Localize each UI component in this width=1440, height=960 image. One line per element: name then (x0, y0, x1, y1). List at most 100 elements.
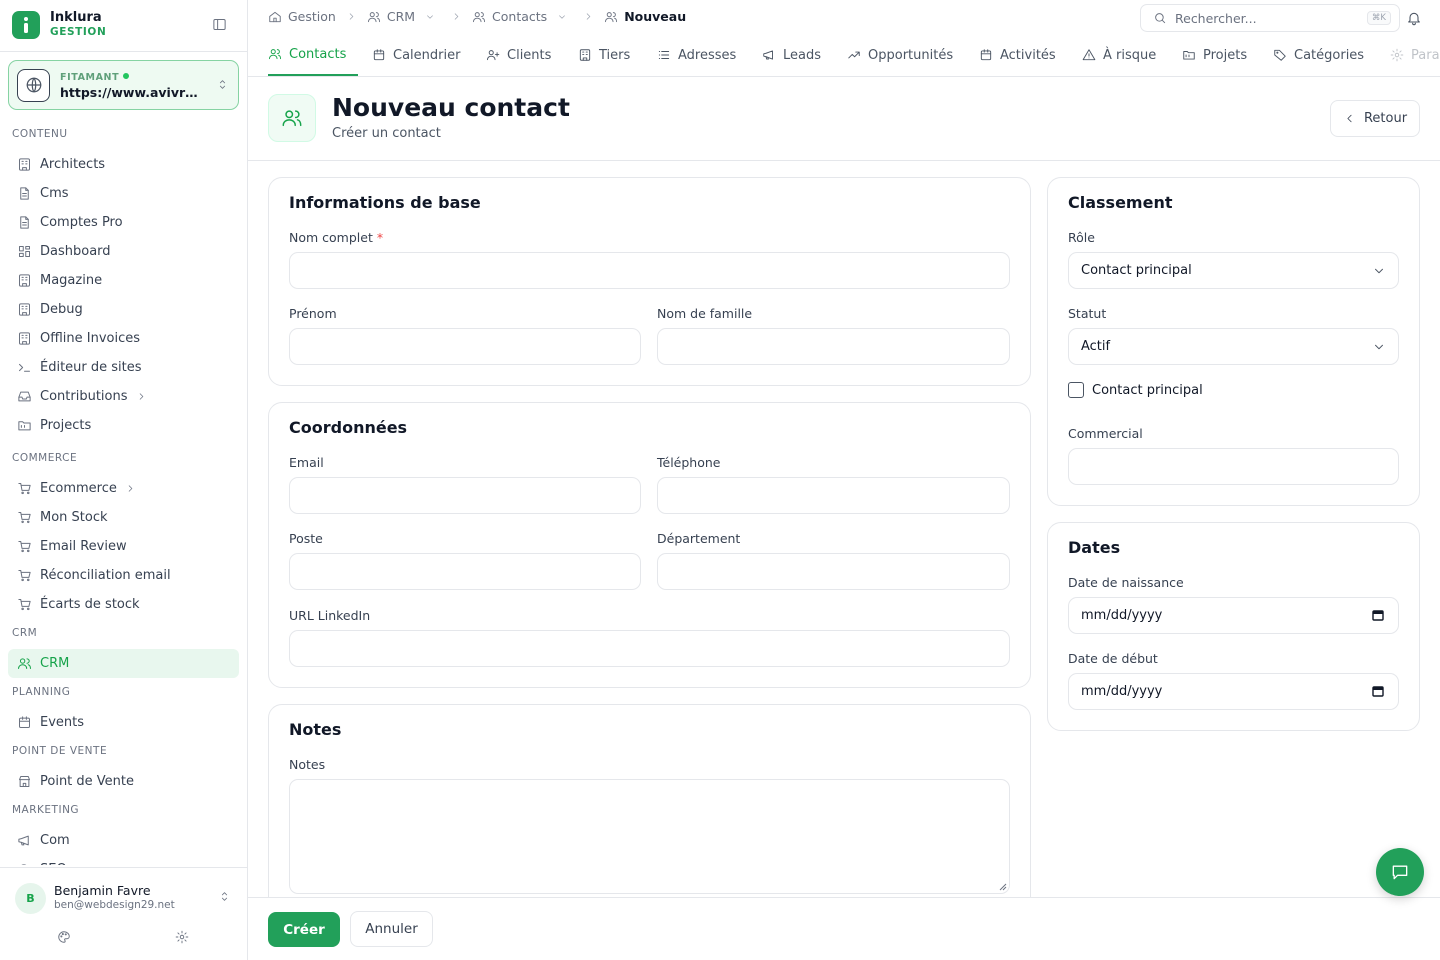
email-input[interactable] (289, 477, 641, 514)
sidebar-item-label: Ecommerce (40, 481, 117, 496)
tab-opportunites[interactable]: Opportunités (847, 34, 953, 76)
grid-icon (17, 244, 32, 259)
sidebar-item-reconciliation-email[interactable]: Réconciliation email (8, 561, 239, 590)
page-subtitle: Créer un contact (332, 126, 441, 141)
breadcrumb-item-contacts[interactable]: Contacts (472, 9, 573, 24)
checkbox[interactable] (1068, 382, 1084, 398)
start-date-input[interactable]: mm/dd/yyyy (1068, 673, 1399, 710)
tab-clients[interactable]: Clients (486, 34, 551, 76)
status-label: Statut (1068, 306, 1107, 321)
sidebar-item-com[interactable]: Com (8, 826, 239, 855)
palette-icon[interactable] (57, 930, 71, 944)
birth-date-input[interactable]: mm/dd/yyyy (1068, 597, 1399, 634)
brand-name: Inklura (50, 10, 102, 25)
sidebar-item-email-review[interactable]: Email Review (8, 532, 239, 561)
position-input[interactable] (289, 553, 641, 590)
nav-section-title: CRM (12, 627, 38, 639)
sidebar-item-dashboard[interactable]: Dashboard (8, 237, 239, 266)
commercial-input[interactable] (1068, 448, 1399, 485)
breadcrumb-item-gestion[interactable]: Gestion (268, 9, 336, 24)
sidebar-nav: CONTENU Architects Cms Comptes Pro Dashboard… (0, 120, 247, 865)
tab-a-risque[interactable]: À risque (1082, 34, 1156, 76)
users-icon (604, 10, 618, 24)
chevrons-updown-icon[interactable] (218, 890, 231, 903)
sidebar-item-comptes-pro[interactable]: Comptes Pro (8, 208, 239, 237)
search-input[interactable] (1175, 10, 1355, 26)
divider (0, 51, 247, 52)
email-label: Email (289, 455, 324, 470)
users-icon (17, 656, 32, 671)
sidebar-item-ecommerce[interactable]: Ecommerce (8, 474, 239, 503)
sidebar-item-seo[interactable]: SEO (8, 855, 239, 865)
notes-textarea[interactable] (289, 779, 1010, 894)
tab-label: Projets (1203, 47, 1248, 63)
sidebar-item-cms[interactable]: Cms (8, 179, 239, 208)
first-name-input[interactable] (289, 328, 641, 365)
sidebar-item-offline-invoices[interactable]: Offline Invoices (8, 324, 239, 353)
gear-icon[interactable] (175, 930, 189, 944)
tab-categories[interactable]: Catégories (1273, 34, 1364, 76)
chevron-down-icon[interactable] (557, 12, 573, 22)
basic-info-card: Informations de base Nom complet * Préno… (268, 177, 1031, 386)
users-icon (367, 10, 381, 24)
chevron-right-icon (125, 483, 136, 494)
site-label: FITAMANT (60, 72, 120, 83)
calendar-icon[interactable] (1372, 609, 1384, 621)
breadcrumb-label: Contacts (492, 9, 548, 24)
tab-projets[interactable]: Projets (1182, 34, 1247, 76)
sidebar-item-label: Dashboard (40, 244, 111, 259)
sidebar-item-point-de-vente[interactable]: Point de Vente (8, 767, 239, 796)
cancel-button[interactable]: Annuler (350, 911, 433, 947)
tab-tiers[interactable]: Tiers (578, 34, 630, 76)
phone-input[interactable] (657, 477, 1010, 514)
sidebar-item-projects[interactable]: Projects (8, 411, 239, 440)
user-menu[interactable]: B Benjamin Favre ben@webdesign29.net (0, 867, 247, 960)
brand[interactable]: Inklura GESTION (12, 10, 106, 40)
card-title: Dates (1068, 538, 1121, 557)
tab-label: Paramètres (1411, 47, 1440, 63)
sidebar-item-mon-stock[interactable]: Mon Stock (8, 503, 239, 532)
status-select[interactable]: Actif (1068, 328, 1399, 365)
first-name-label: Prénom (289, 306, 337, 321)
megaphone-icon (17, 833, 32, 848)
breadcrumb-item-crm[interactable]: CRM (367, 9, 441, 24)
chat-icon[interactable] (1376, 848, 1424, 896)
tab-adresses[interactable]: Adresses (657, 34, 736, 76)
users-icon (472, 10, 486, 24)
role-select[interactable]: Contact principal (1068, 252, 1399, 289)
bell-icon[interactable] (1406, 10, 1422, 26)
tab-leads[interactable]: Leads (762, 34, 821, 76)
tab-parametres[interactable]: Paramètres (1390, 34, 1440, 76)
sidebar-item-ecarts-de-stock[interactable]: Écarts de stock (8, 590, 239, 619)
back-button[interactable]: Retour (1330, 100, 1420, 137)
create-button[interactable]: Créer (268, 912, 340, 947)
linkedin-input[interactable] (289, 630, 1010, 667)
search-box[interactable]: ⌘K (1140, 4, 1400, 32)
shortcut-badge: ⌘K (1366, 11, 1391, 25)
sidebar-item-editeur-de-sites[interactable]: Éditeur de sites (8, 353, 239, 382)
chevron-down-icon[interactable] (425, 12, 441, 22)
building-icon (17, 157, 32, 172)
sidebar-item-magazine[interactable]: Magazine (8, 266, 239, 295)
sidebar-item-architects[interactable]: Architects (8, 150, 239, 179)
resize-grip-icon[interactable] (998, 882, 1007, 891)
sidebar-item-events[interactable]: Events (8, 708, 239, 737)
tab-label: Calendrier (393, 47, 461, 63)
sidebar-toggle-icon[interactable] (212, 17, 227, 32)
site-switcher[interactable]: FITAMANT https://www.avivre.fr (8, 60, 239, 110)
sidebar-item-debug[interactable]: Debug (8, 295, 239, 324)
sidebar-item-crm[interactable]: CRM (8, 649, 239, 678)
last-name-input[interactable] (657, 328, 1010, 365)
sidebar-item-contributions[interactable]: Contributions (8, 382, 239, 411)
folder-icon (17, 418, 32, 433)
site-url: https://www.avivre.fr (60, 85, 206, 100)
tab-contacts[interactable]: Contacts (268, 34, 359, 76)
tab-calendrier[interactable]: Calendrier (372, 34, 460, 76)
tab-label: Opportunités (868, 47, 954, 63)
calendar-icon[interactable] (1372, 685, 1384, 697)
full-name-input[interactable] (289, 252, 1010, 289)
department-input[interactable] (657, 553, 1010, 590)
tag-icon (1273, 48, 1287, 62)
primary-contact-checkbox[interactable]: Contact principal (1068, 382, 1203, 398)
tab-activites[interactable]: Activités (979, 34, 1056, 76)
